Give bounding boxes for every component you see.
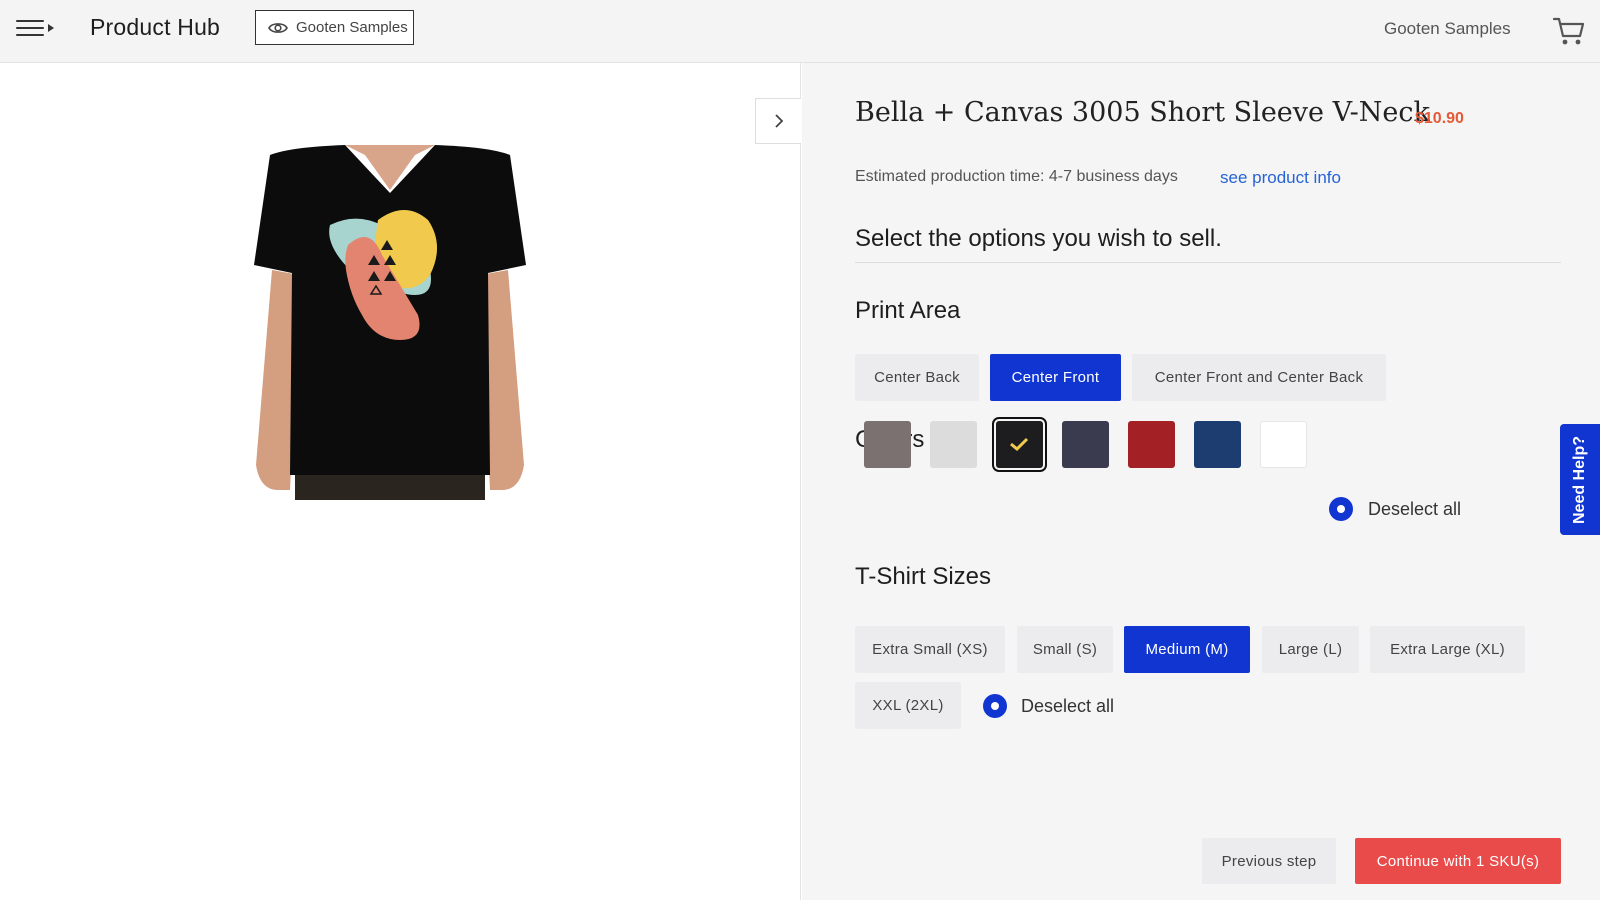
product-price: $10.90	[1415, 110, 1464, 127]
deselect-all-sizes-label[interactable]: Deselect all	[1021, 696, 1114, 717]
product-title: Bella + Canvas 3005 Short Sleeve V-Neck	[855, 97, 1430, 128]
production-time: Estimated production time: 4-7 business …	[855, 168, 1178, 185]
preview-pane	[0, 63, 801, 900]
deselect-all-colors-label[interactable]: Deselect all	[1368, 499, 1461, 520]
print-area-heading: Print Area	[855, 297, 961, 324]
print-area-option[interactable]: Center Front and Center Back	[1132, 354, 1386, 401]
size-option[interactable]: XXL (2XL)	[855, 682, 961, 729]
options-instruction: Select the options you wish to sell.	[855, 225, 1222, 252]
store-preview-label: Gooten Samples	[296, 19, 408, 36]
print-area-option[interactable]: Center Front	[990, 354, 1121, 401]
color-swatch[interactable]	[1128, 421, 1175, 468]
chevron-right-icon	[774, 114, 783, 128]
collapse-preview-button[interactable]	[755, 98, 801, 144]
size-option[interactable]: Medium (M)	[1124, 626, 1250, 673]
options-pane: Bella + Canvas 3005 Short Sleeve V-Neck …	[802, 63, 1600, 900]
need-help-label: Need Help?	[1571, 435, 1589, 524]
color-swatch[interactable]	[992, 417, 1047, 472]
sizes-heading: T-Shirt Sizes	[855, 563, 992, 590]
color-swatch[interactable]	[1194, 421, 1241, 468]
color-swatch[interactable]	[864, 421, 911, 468]
size-option[interactable]: Extra Small (XS)	[855, 626, 1005, 673]
size-option[interactable]: Large (L)	[1262, 626, 1359, 673]
color-swatch[interactable]	[1260, 421, 1307, 468]
store-name[interactable]: Gooten Samples	[1384, 19, 1511, 39]
print-area-option[interactable]: Center Back	[855, 354, 979, 401]
size-option[interactable]: Extra Large (XL)	[1370, 626, 1525, 673]
previous-step-button[interactable]: Previous step	[1202, 838, 1336, 884]
need-help-tab[interactable]: Need Help?	[1560, 424, 1600, 535]
hamburger-menu-icon[interactable]	[16, 18, 56, 38]
top-bar: Product Hub Gooten Samples Gooten Sample…	[0, 0, 1600, 63]
store-preview-button[interactable]: Gooten Samples	[255, 10, 414, 45]
color-swatch[interactable]	[1062, 421, 1109, 468]
continue-button[interactable]: Continue with 1 SKU(s)	[1355, 838, 1561, 884]
checkmark-icon	[1010, 437, 1029, 452]
deselect-all-sizes-radio[interactable]	[983, 694, 1007, 718]
color-swatch[interactable]	[930, 421, 977, 468]
deselect-all-colors-radio[interactable]	[1329, 497, 1353, 521]
see-product-info-link[interactable]: see product info	[1220, 168, 1341, 188]
cart-icon[interactable]	[1552, 15, 1586, 47]
size-option[interactable]: Small (S)	[1017, 626, 1113, 673]
product-image	[254, 145, 526, 500]
section-divider	[855, 262, 1561, 263]
app-title: Product Hub	[90, 14, 221, 40]
eye-icon	[268, 22, 288, 33]
